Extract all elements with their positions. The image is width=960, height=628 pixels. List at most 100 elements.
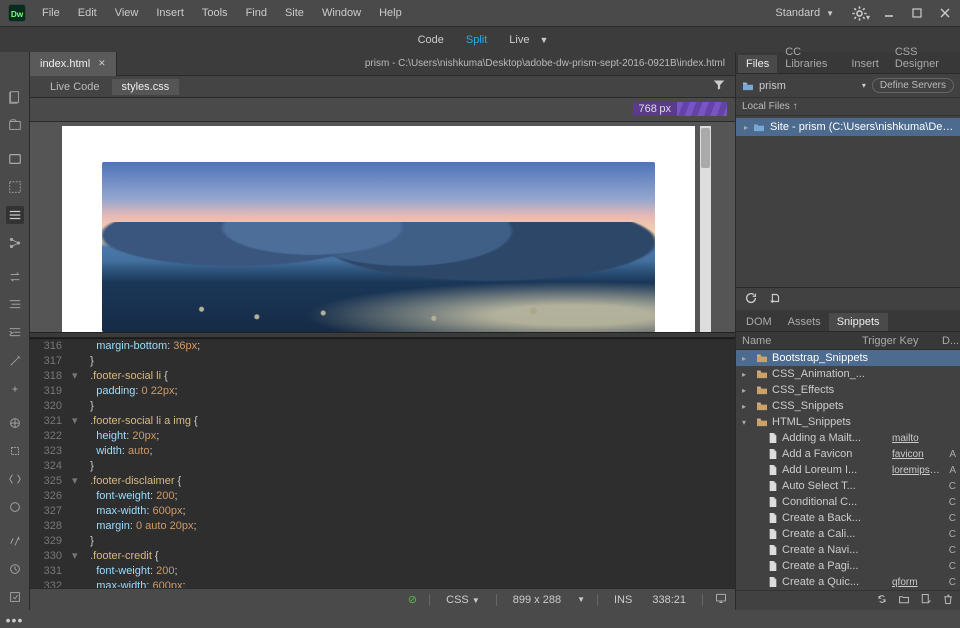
fold-toggle[interactable]	[72, 504, 82, 519]
define-servers-button[interactable]: Define Servers	[872, 78, 954, 93]
code-line[interactable]: 328 margin: 0 auto 20px;	[30, 519, 735, 534]
menu-site[interactable]: Site	[277, 3, 312, 23]
menu-file[interactable]: File	[34, 3, 68, 23]
wand-icon[interactable]	[6, 352, 24, 370]
snippet-icon[interactable]	[6, 532, 24, 550]
code-line[interactable]: 318▾ .footer-social li {	[30, 369, 735, 384]
sync-settings-icon[interactable]: ▾	[850, 3, 870, 23]
menu-tools[interactable]: Tools	[194, 3, 236, 23]
snippet-folder[interactable]: ▸CSS_Snippets	[736, 398, 960, 414]
col-trigger[interactable]: Trigger Key	[862, 335, 922, 347]
site-root-row[interactable]: ▸ Site - prism (C:\Users\nishkuma\Deskto…	[736, 118, 960, 136]
menu-view[interactable]: View	[107, 3, 147, 23]
col-desc[interactable]: D...	[942, 335, 954, 347]
live-view-icon[interactable]	[6, 150, 24, 168]
fold-toggle[interactable]	[72, 459, 82, 474]
disclosure-icon[interactable]: ▸	[742, 370, 752, 379]
close-button[interactable]	[934, 4, 956, 22]
code-line[interactable]: 331 font-weight: 200;	[30, 564, 735, 579]
fold-toggle[interactable]	[72, 429, 82, 444]
delete-icon[interactable]	[942, 593, 954, 608]
snippet-item[interactable]: Add Loreum I...loremipsumA	[736, 462, 960, 478]
open-docs-icon[interactable]	[6, 116, 24, 134]
exchange-icon[interactable]	[6, 268, 24, 286]
linting-ok-icon[interactable]: ⊘	[408, 593, 417, 606]
fold-toggle[interactable]	[72, 489, 82, 504]
tab-cc-libraries[interactable]: CC Libraries	[777, 43, 843, 73]
collapse-icon[interactable]	[6, 442, 24, 460]
preview-viewport[interactable]	[30, 122, 735, 332]
close-icon[interactable]: ✕	[98, 58, 106, 69]
preview-scrollbar[interactable]	[700, 126, 711, 332]
disclosure-icon[interactable]: ▸	[742, 402, 752, 411]
related-file-tab[interactable]: styles.css	[112, 79, 180, 95]
fold-toggle[interactable]: ▾	[72, 414, 82, 429]
snippet-item[interactable]: Create a Back...C	[736, 510, 960, 526]
code-line[interactable]: 324 }	[30, 459, 735, 474]
new-snippet-icon[interactable]	[920, 593, 932, 608]
document-tab[interactable]: index.html ✕	[30, 52, 117, 76]
refresh-icon[interactable]	[744, 291, 758, 308]
maximize-button[interactable]	[906, 4, 928, 22]
tab-snippets[interactable]: Snippets	[829, 313, 888, 331]
col-name[interactable]: Name	[742, 335, 842, 347]
code-line[interactable]: 327 max-width: 600px;	[30, 504, 735, 519]
insert-snippet-icon[interactable]	[768, 291, 782, 308]
snippet-folder[interactable]: ▸Bootstrap_Snippets	[736, 350, 960, 366]
chevron-down-icon[interactable]: ▼	[577, 595, 585, 604]
workspace-switcher[interactable]: Standard ▼	[769, 7, 840, 19]
code-line[interactable]: 323 width: auto;	[30, 444, 735, 459]
insert-mode[interactable]: INS	[610, 594, 636, 606]
view-live[interactable]: Live	[503, 32, 535, 48]
menu-window[interactable]: Window	[314, 3, 369, 23]
code-line[interactable]: 321▾ .footer-social li a img {	[30, 414, 735, 429]
code-line[interactable]: 320 }	[30, 399, 735, 414]
fold-toggle[interactable]	[72, 519, 82, 534]
snippet-item[interactable]: Adding a Mailt...mailto	[736, 430, 960, 446]
site-selector[interactable]: prism ▾	[742, 80, 866, 92]
menu-find[interactable]: Find	[238, 3, 275, 23]
tab-dom[interactable]: DOM	[738, 313, 780, 331]
snippet-item[interactable]: Add a FaviconfaviconA	[736, 446, 960, 462]
fold-toggle[interactable]	[72, 534, 82, 549]
live-code-tab[interactable]: Live Code	[40, 79, 110, 95]
snippet-folder[interactable]: ▸CSS_Animation_...	[736, 366, 960, 382]
fold-toggle[interactable]	[72, 339, 82, 354]
snippet-item[interactable]: Conditional C...C	[736, 494, 960, 510]
menu-edit[interactable]: Edit	[70, 3, 105, 23]
fold-toggle[interactable]	[72, 384, 82, 399]
doctype-indicator[interactable]: CSS ▼	[442, 594, 484, 606]
code-line[interactable]: 332 max-width: 600px;	[30, 579, 735, 588]
breakpoint-badge[interactable]: 768 px	[633, 102, 728, 116]
local-files-header[interactable]: Local Files ↑	[736, 98, 960, 116]
menu-insert[interactable]: Insert	[148, 3, 192, 23]
expand-all-icon[interactable]	[6, 206, 24, 224]
fold-toggle[interactable]	[72, 399, 82, 414]
fold-toggle[interactable]: ▾	[72, 474, 82, 489]
view-code[interactable]: Code	[412, 32, 450, 48]
sync-icon[interactable]	[876, 593, 888, 608]
code-editor[interactable]: 316 margin-bottom: 36px;317 }318▾ .foote…	[30, 338, 735, 588]
recent-icon[interactable]	[6, 560, 24, 578]
code-line[interactable]: 330▾ .footer-credit {	[30, 549, 735, 564]
snippet-item[interactable]: Auto Select T...C	[736, 478, 960, 494]
tab-css-designer[interactable]: CSS Designer	[887, 43, 960, 73]
fold-toggle[interactable]	[72, 579, 82, 588]
code-line[interactable]: 325▾ .footer-disclaimer {	[30, 474, 735, 489]
fold-toggle[interactable]: ▾	[72, 549, 82, 564]
chevron-down-icon[interactable]: ▼	[539, 35, 548, 45]
inspect-icon[interactable]	[6, 178, 24, 196]
preview-browser-icon[interactable]	[715, 592, 727, 607]
file-mgmt-icon[interactable]	[6, 88, 24, 106]
snippet-folder[interactable]: ▸CSS_Effects	[736, 382, 960, 398]
snippet-item[interactable]: Create a Quic...qformC	[736, 574, 960, 590]
ruler[interactable]: 768 px	[30, 98, 735, 122]
format-icon[interactable]	[6, 296, 24, 314]
fold-toggle[interactable]	[72, 564, 82, 579]
comment-icon[interactable]	[6, 380, 24, 398]
disclosure-icon[interactable]: ▾	[742, 418, 752, 427]
color-icon[interactable]	[6, 498, 24, 516]
tab-files[interactable]: Files	[738, 55, 777, 73]
new-folder-icon[interactable]	[898, 593, 910, 608]
disclosure-icon[interactable]: ▸	[744, 123, 748, 132]
